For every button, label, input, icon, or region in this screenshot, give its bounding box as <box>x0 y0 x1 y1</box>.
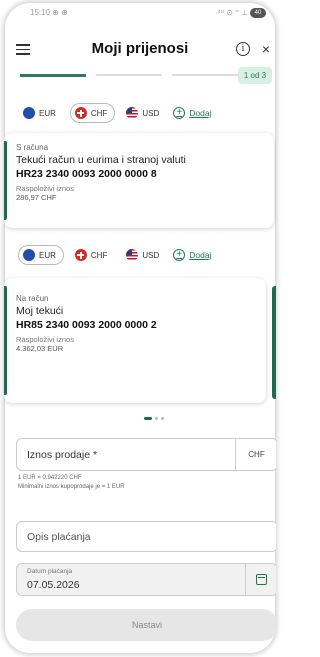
to-account-iban: HR85 2340 0093 2000 0000 2 <box>16 319 157 331</box>
step-1-bar <box>20 74 86 77</box>
status-signal-icons: ⁴⁸ ⊙ ⁼ ⟂ <box>217 8 247 17</box>
to-currency-chf[interactable]: CHF <box>70 245 115 265</box>
step-count-badge: 1 od 3 <box>238 67 272 84</box>
calendar-button[interactable] <box>245 564 276 595</box>
ch-flag-icon <box>74 249 87 261</box>
from-currency-selector: EUR CHF USD + Dodaj <box>18 103 211 123</box>
eu-flag-icon <box>23 249 35 261</box>
to-currency-usd[interactable]: USD <box>121 245 167 265</box>
status-icons: ⁴⁸ ⊙ ⁼ ⟂ 40 <box>217 8 266 18</box>
payment-date-value: 07.05.2026 <box>27 579 80 591</box>
close-icon[interactable]: × <box>262 41 270 57</box>
continue-button[interactable]: Nastavi <box>16 609 276 641</box>
from-currency-chf[interactable]: CHF <box>69 103 116 123</box>
amount-label: Iznos prodaje * <box>27 449 98 461</box>
progress-stepper <box>20 74 238 77</box>
minimum-amount-hint: Minimalni iznos kupoprodaje je = 1 EUR <box>18 484 125 490</box>
us-flag-icon <box>126 107 139 119</box>
to-account-card[interactable]: Na račun Moj tekući HR85 2340 0093 2000 … <box>4 278 266 403</box>
from-account-name: Tekući račun u eurima i stranoj valuti <box>16 154 186 166</box>
to-currency-eur[interactable]: EUR <box>18 245 64 265</box>
carousel-dot-active <box>144 417 152 420</box>
to-currency-selector: EUR CHF USD + Dodaj <box>18 245 211 265</box>
carousel-dot <box>155 417 158 420</box>
plus-circle-icon: + <box>173 107 186 119</box>
us-flag-icon <box>126 249 139 261</box>
to-account-name: Moj tekući <box>16 305 64 317</box>
step-3-bar <box>172 74 238 76</box>
ch-flag-icon <box>74 107 87 119</box>
to-balance-value: 4.362,03 EUR <box>16 344 64 353</box>
from-currency-eur[interactable]: EUR <box>18 103 64 123</box>
description-input[interactable]: Opis plaćanja <box>16 521 276 552</box>
from-balance-label: Raspoloživi iznos <box>16 184 74 193</box>
from-account-label: S računa <box>16 143 49 152</box>
to-balance-label: Raspoloživi iznos <box>16 335 74 344</box>
carousel-dots <box>144 417 164 420</box>
app-header: Moji prijenosi i × <box>4 38 276 62</box>
payment-date-field[interactable]: Datum plaćanja 07.05.2026 <box>16 563 276 596</box>
amount-input[interactable]: Iznos prodaje * CHF <box>16 438 276 471</box>
plus-circle-icon: + <box>173 249 186 261</box>
from-account-iban: HR23 2340 0093 2000 0000 8 <box>16 168 157 180</box>
to-account-label: Na račun <box>16 294 49 303</box>
from-balance-value: 286,97 CHF <box>16 193 57 202</box>
from-currency-usd[interactable]: USD <box>121 103 167 123</box>
info-icon[interactable]: i <box>236 42 250 56</box>
to-add-currency-link[interactable]: + Dodaj <box>173 249 211 261</box>
carousel-dot <box>161 417 164 420</box>
payment-date-label: Datum plaćanja <box>27 568 73 575</box>
phone-screen: 15:10 ⊕ ⊕ ⁴⁸ ⊙ ⁼ ⟂ 40 Moji prijenosi i ×… <box>4 2 276 654</box>
amount-currency: CHF <box>235 439 276 470</box>
battery-icon: 40 <box>250 8 266 18</box>
next-card-peek[interactable] <box>272 286 276 399</box>
from-add-currency-link[interactable]: + Dodaj <box>173 107 211 119</box>
description-placeholder: Opis plaćanja <box>27 531 91 543</box>
from-account-card[interactable]: S računa Tekući račun u eurima i stranoj… <box>4 133 274 228</box>
calendar-icon <box>256 574 267 585</box>
step-2-bar <box>96 74 162 76</box>
status-time: 15:10 ⊕ ⊕ <box>30 8 68 17</box>
eu-flag-icon <box>23 107 35 119</box>
exchange-rate-hint: 1 EUR = 0,942220 CHF <box>18 475 82 481</box>
status-bar: 15:10 ⊕ ⊕ ⁴⁸ ⊙ ⁼ ⟂ 40 <box>4 8 276 20</box>
